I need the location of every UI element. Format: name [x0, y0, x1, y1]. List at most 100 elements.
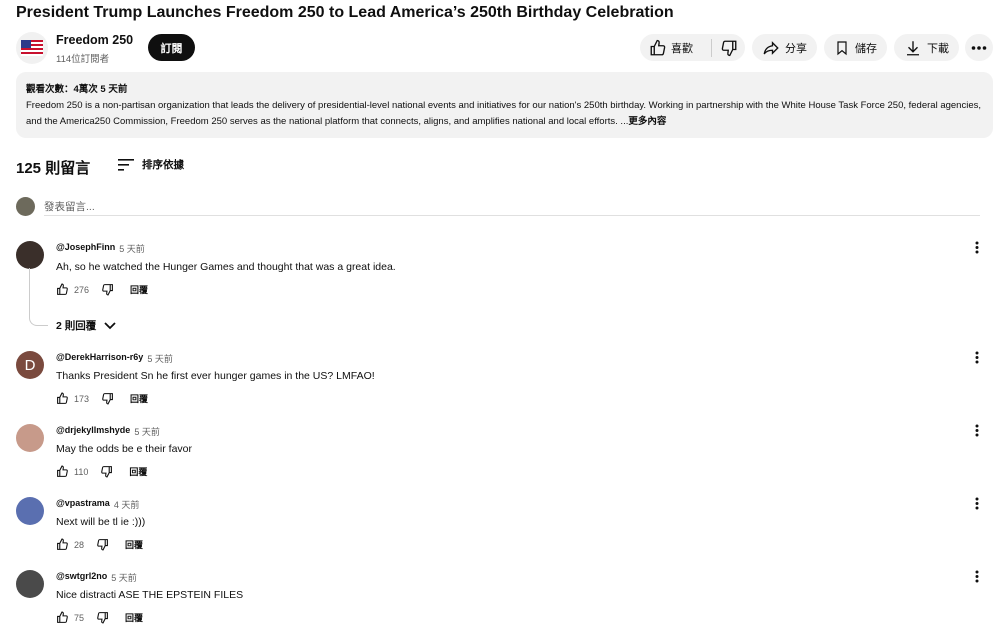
thumbs-up-icon[interactable] — [56, 538, 69, 551]
add-comment-input[interactable]: 發表留言... — [44, 199, 95, 214]
comment-text: Thanks President Sn he first ever hunger… — [56, 370, 375, 382]
thumbs-down-icon[interactable] — [96, 611, 109, 624]
comment-text: Nice distracti ASE THE EPSTEIN FILES — [56, 589, 244, 601]
video-title: President Trump Launches Freedom 250 to … — [16, 4, 674, 21]
bookmark-icon — [837, 40, 847, 55]
comment-header: @drjekyllmshyde 5 天前 — [56, 425, 160, 438]
comment-header: @vpastrama 4 天前 — [56, 498, 139, 511]
comment-menu-button[interactable] — [970, 496, 984, 510]
save-button[interactable]: 儲存 — [824, 34, 887, 61]
save-label: 儲存 — [855, 42, 877, 55]
comment-menu-button[interactable] — [970, 240, 984, 254]
download-button[interactable]: 下載 — [894, 34, 959, 61]
comment-time[interactable]: 4 天前 — [114, 498, 140, 511]
comment-count: 125 則留言 — [16, 160, 91, 177]
comment-avatar[interactable] — [16, 424, 44, 452]
comment-time[interactable]: 5 天前 — [147, 352, 173, 365]
more-actions-button[interactable] — [965, 34, 993, 61]
reply-button[interactable]: 回覆 — [130, 392, 148, 405]
comment-header: @JosephFinn 5 天前 — [56, 242, 145, 255]
sort-label: 排序依據 — [142, 159, 184, 171]
description-text: Freedom 250 is a non-partisan organizati… — [26, 100, 981, 127]
share-button[interactable]: 分享 — [752, 34, 817, 61]
more-vertical-icon — [975, 351, 979, 363]
more-vertical-icon — [975, 570, 979, 582]
thumbs-up-icon[interactable] — [56, 611, 69, 624]
subscribe-button[interactable]: 訂閱 — [148, 34, 195, 61]
view-stats: 觀看次數：4萬次 5 天前 — [26, 84, 128, 95]
comment-time[interactable]: 5 天前 — [111, 571, 137, 584]
download-icon — [907, 40, 919, 55]
thumbs-down-icon[interactable] — [96, 538, 109, 551]
comment-menu-button[interactable] — [970, 350, 984, 364]
dislike-button[interactable] — [712, 39, 745, 57]
comment-avatar[interactable]: D — [16, 351, 44, 379]
sort-button[interactable]: 排序依據 — [118, 157, 184, 172]
share-arrow-icon — [763, 40, 779, 55]
thread-line — [29, 268, 48, 326]
comment-time[interactable]: 5 天前 — [119, 242, 145, 255]
comment-avatar[interactable] — [16, 497, 44, 525]
show-more-link[interactable]: 更多內容 — [628, 116, 666, 127]
like-count: 75 — [74, 612, 85, 623]
like-count: 28 — [74, 539, 85, 550]
chevron-down-icon — [104, 321, 116, 329]
comment-actions: 28 回覆 — [56, 538, 143, 551]
comment-header: @DerekHarrison-r6y 5 天前 — [56, 352, 173, 365]
comment-menu-button[interactable] — [970, 569, 984, 583]
more-vertical-icon — [975, 497, 979, 509]
subscriber-count: 114位訂閱者 — [56, 54, 110, 65]
avatar-letter: D — [24, 356, 36, 374]
thumbs-up-icon[interactable] — [56, 465, 69, 478]
comment-text: Ah, so he watched the Hunger Games and t… — [56, 261, 396, 273]
comment-header: @swtgrl2no 5 天前 — [56, 571, 137, 584]
like-count: 110 — [74, 466, 89, 477]
comment-author[interactable]: @vpastrama — [56, 498, 110, 511]
comment-actions: 173 回覆 — [56, 392, 148, 405]
comment-avatar[interactable] — [16, 241, 44, 269]
sort-icon — [118, 158, 134, 171]
more-horizontal-icon — [971, 45, 987, 50]
thumbs-down-icon[interactable] — [101, 283, 114, 296]
description-body: Freedom 250 is a non-partisan organizati… — [26, 98, 983, 130]
reply-button[interactable]: 回覆 — [125, 611, 143, 624]
comment-menu-button[interactable] — [970, 423, 984, 437]
share-label: 分享 — [785, 42, 807, 55]
description-box[interactable]: 觀看次數：4萬次 5 天前 Freedom 250 is a non-parti… — [16, 72, 993, 138]
download-label: 下載 — [927, 42, 949, 55]
reply-button[interactable]: 回覆 — [125, 538, 143, 551]
comment-actions: 75 回覆 — [56, 611, 143, 624]
reply-button[interactable]: 回覆 — [129, 465, 147, 478]
reply-button[interactable]: 回覆 — [130, 283, 148, 296]
comment-time[interactable]: 5 天前 — [134, 425, 160, 438]
comment-avatar[interactable] — [16, 570, 44, 598]
view-replies-toggle[interactable]: 2 則回覆 — [56, 318, 116, 333]
user-avatar — [16, 197, 35, 216]
comment-author[interactable]: @JosephFinn — [56, 242, 115, 255]
like-count: 276 — [74, 284, 90, 295]
comment-text: Next will be tl ie :))) — [56, 516, 146, 528]
comment-actions: 276 回覆 — [56, 283, 148, 296]
thumbs-up-icon[interactable] — [56, 392, 69, 405]
thumbs-up-icon — [650, 39, 666, 55]
comment-author[interactable]: @drjekyllmshyde — [56, 425, 130, 438]
channel-avatar[interactable] — [16, 32, 48, 64]
thumbs-down-icon[interactable] — [100, 465, 113, 478]
like-label: 喜歡 — [671, 42, 693, 55]
comment-author[interactable]: @DerekHarrison-r6y — [56, 352, 143, 365]
channel-name[interactable]: Freedom 250 — [56, 33, 133, 47]
thumbs-down-icon[interactable] — [101, 392, 114, 405]
like-count: 173 — [74, 393, 90, 404]
more-vertical-icon — [975, 241, 979, 253]
thumbs-up-icon[interactable] — [56, 283, 69, 296]
like-dislike-group: 喜歡 — [640, 34, 745, 61]
thumbs-down-icon — [721, 40, 736, 56]
comment-actions: 110 回覆 — [56, 465, 147, 478]
comment-text: May the odds be e their favor — [56, 443, 192, 455]
comment-author[interactable]: @swtgrl2no — [56, 571, 107, 584]
us-flag-icon — [21, 40, 43, 56]
comment-input-underline — [44, 215, 980, 216]
replies-label: 2 則回覆 — [56, 320, 97, 332]
more-vertical-icon — [975, 424, 979, 436]
like-button[interactable]: 喜歡 — [640, 39, 705, 57]
